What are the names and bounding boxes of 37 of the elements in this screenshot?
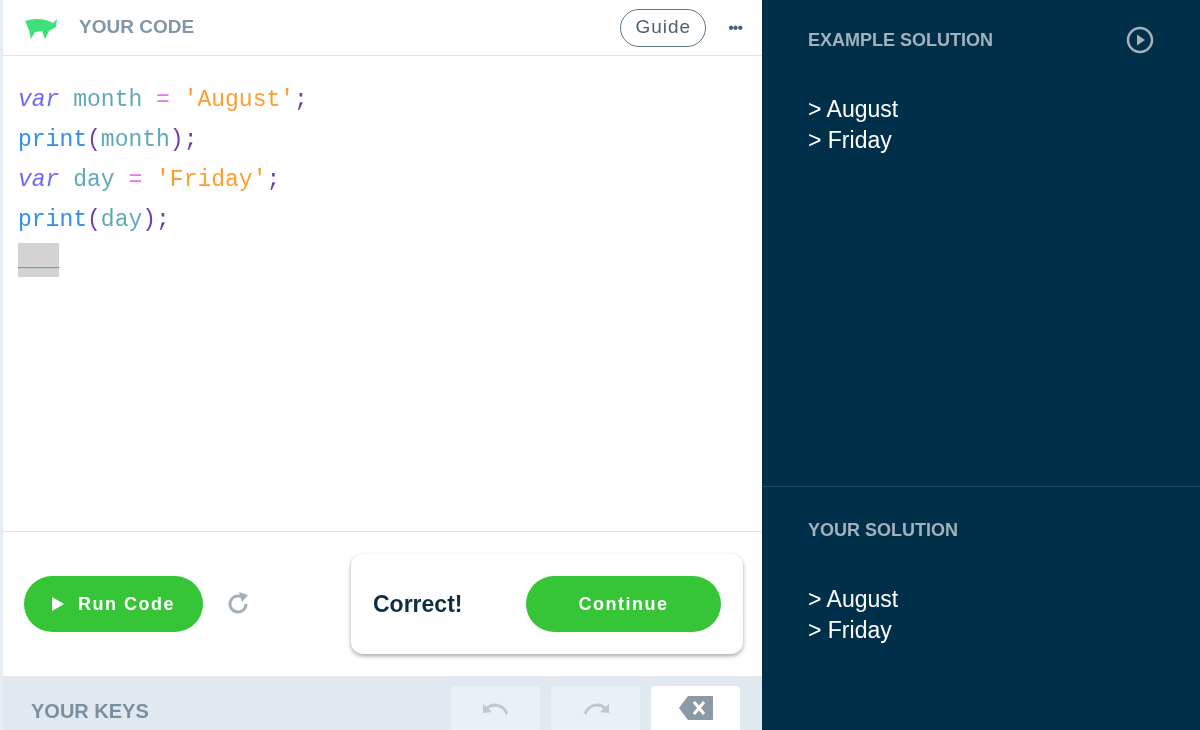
code-token: var: [18, 85, 60, 115]
code-token: day: [100, 205, 143, 235]
keys-title: YOUR KEYS: [31, 699, 149, 724]
output-line: > Friday: [808, 126, 893, 155]
code-token: month: [100, 125, 170, 155]
code-token: print: [18, 205, 87, 235]
code-token: =: [127, 165, 143, 195]
code-token: =: [155, 85, 170, 115]
code-token: day: [72, 165, 115, 195]
code-token: print: [18, 125, 87, 155]
code-token: (: [87, 205, 101, 235]
backspace-icon: [678, 696, 713, 720]
play-icon: [52, 597, 64, 611]
play-icon[interactable]: [1126, 26, 1154, 54]
continue-button[interactable]: Continue: [526, 576, 721, 632]
blank-slot[interactable]: ___: [18, 242, 60, 278]
panel-title: YOUR CODE: [79, 15, 195, 40]
code-token: (: [87, 125, 101, 155]
backspace-key[interactable]: [651, 686, 740, 730]
section-title: YOUR SOLUTION: [808, 519, 958, 542]
code-token: var: [18, 165, 60, 195]
code-token: month: [72, 85, 143, 115]
code-token: ): [169, 125, 184, 155]
output-line: > August: [808, 585, 900, 614]
code-token: 'August': [182, 85, 295, 115]
code-token: ;: [266, 165, 281, 195]
run-code-button[interactable]: Run Code: [24, 576, 203, 632]
feedback-message: Correct!: [373, 589, 463, 619]
code-token: 'Friday': [155, 165, 267, 195]
code-token: ;: [156, 205, 170, 235]
code-token: ;: [294, 85, 308, 115]
section-title: EXAMPLE SOLUTION: [808, 28, 993, 52]
output-line: > Friday: [808, 616, 893, 645]
code-token: ): [142, 205, 157, 235]
output-line: > August: [808, 95, 900, 124]
code-token: ;: [183, 125, 198, 155]
more-button[interactable]: •••: [728, 15, 742, 40]
